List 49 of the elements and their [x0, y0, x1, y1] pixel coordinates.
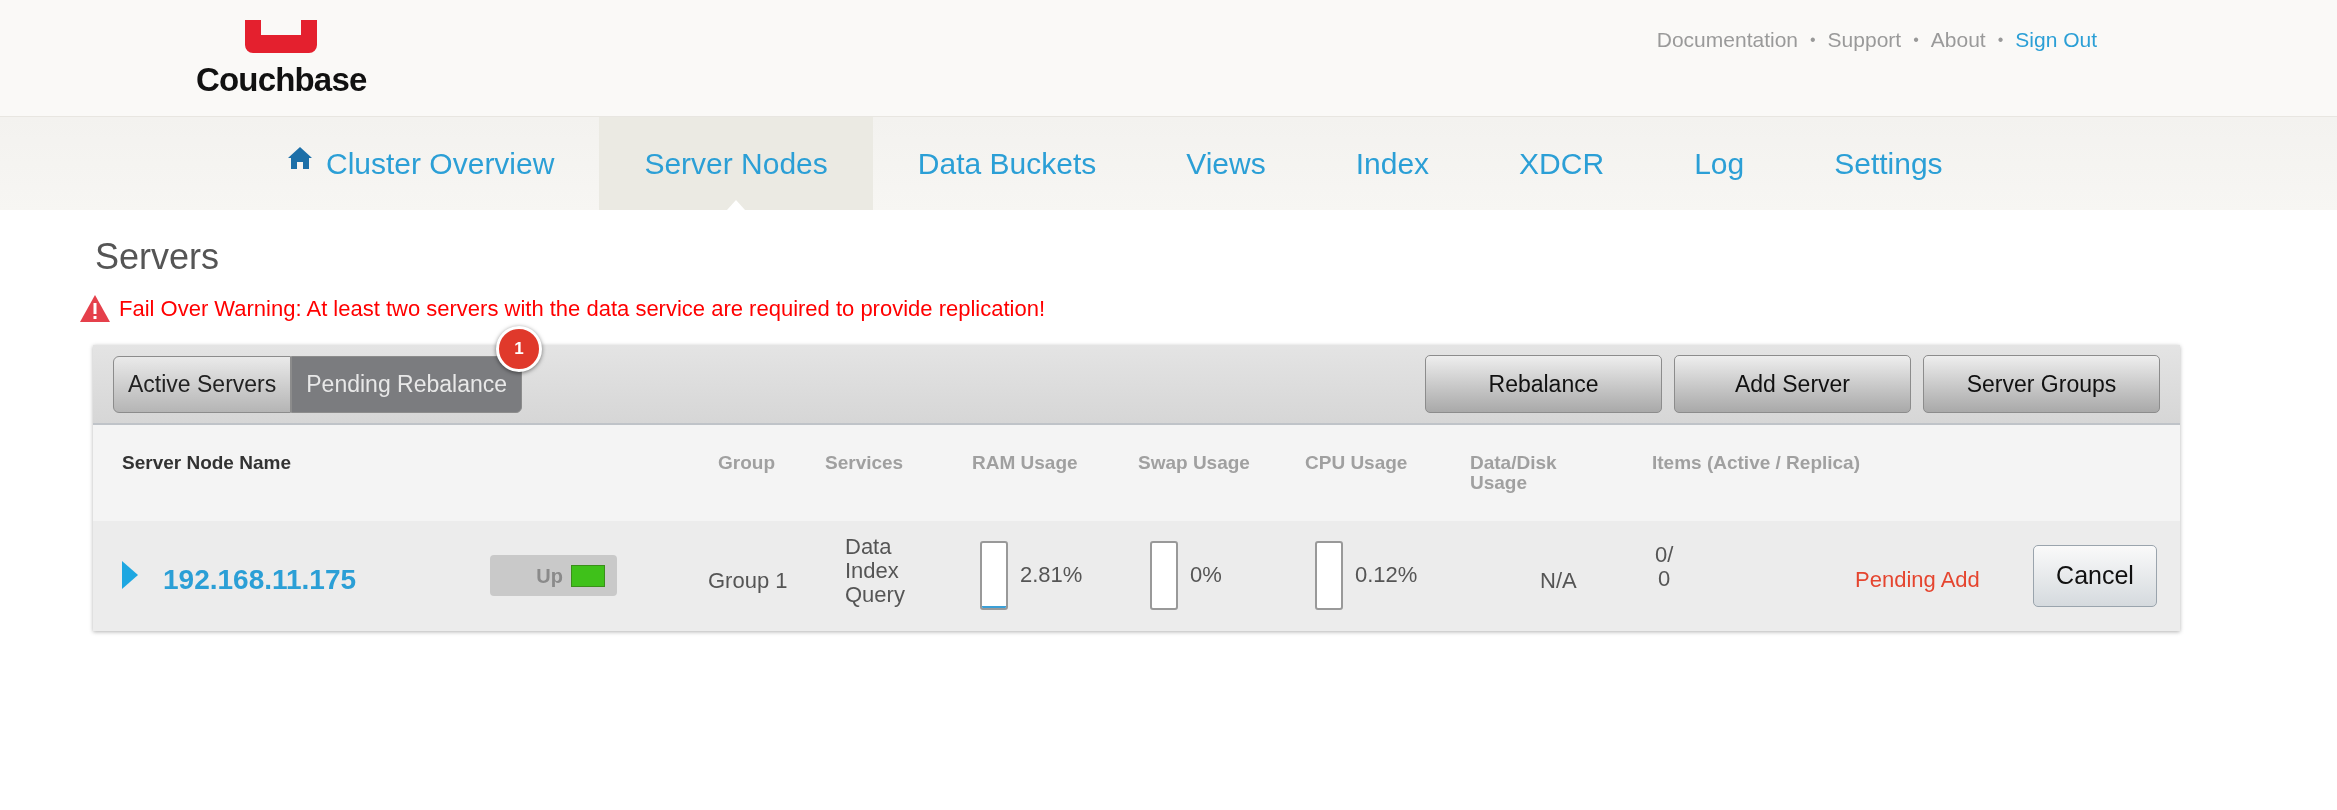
nav-tab[interactable]: Server Nodes [599, 117, 873, 210]
warning-message: Fail Over Warning: At least two servers with the data service are required to provide replication! [119, 295, 1046, 323]
nav-link[interactable]: Documentation [1656, 24, 1798, 56]
column-header: RAM Usage [972, 453, 1078, 473]
usage-reading: 0.12% [1355, 561, 1418, 589]
expand-toggle-icon[interactable] [122, 561, 138, 589]
separator-dot: • [1810, 29, 1816, 50]
column-header: CPU Usage [1305, 453, 1408, 473]
service-name: Query [845, 583, 905, 607]
status-text: Pending Add [1855, 566, 1980, 594]
table-cell-text: N/A [1540, 567, 1577, 595]
usage-reading: 0% [1190, 561, 1222, 589]
separator-dot: • [1913, 29, 1919, 50]
service-name: Index [845, 559, 900, 583]
page-title: Servers [95, 235, 221, 279]
nav-link[interactable]: About [1930, 24, 1986, 56]
column-header: Server Node Name [122, 453, 291, 473]
cancel-button[interactable]: Cancel [2033, 545, 2157, 607]
status-badge: Up [490, 555, 617, 596]
column-header: Services [825, 453, 904, 473]
column-header: Items (Active / Replica) [1652, 453, 1861, 473]
server-link[interactable]: 192.168.11.175 [163, 559, 357, 601]
nav-tab[interactable]: Settings [1789, 117, 1988, 210]
nav-link[interactable]: Support [1827, 24, 1902, 56]
nav-tab[interactable]: Index [1310, 117, 1475, 210]
action-button[interactable]: Rebalance [1425, 355, 1662, 413]
item-count: 0/ [1655, 543, 1674, 567]
usage-reading: 2.81% [1020, 561, 1083, 589]
nav-tab[interactable]: Log [1649, 117, 1790, 210]
home-icon [288, 146, 312, 169]
action-button[interactable]: Server Groups [1923, 355, 2160, 413]
tab[interactable]: Active Servers [113, 355, 292, 413]
tab[interactable]: Pending Rebalance [291, 355, 523, 413]
service-name: Data [845, 535, 893, 559]
item-count: 0 [1657, 567, 1672, 591]
column-header: Swap Usage [1138, 453, 1250, 473]
warning-icon [79, 294, 111, 323]
nav-tab[interactable]: Data Buckets [872, 117, 1142, 210]
column-header: Data/Disk Usage [1470, 453, 1558, 493]
nav-tab[interactable]: Cluster Overview [243, 117, 600, 210]
nav-link[interactable]: Sign Out [2015, 24, 2097, 56]
action-button[interactable]: Add Server [1674, 355, 1911, 413]
nav-tab[interactable]: XDCR [1474, 117, 1650, 210]
logo-text: Couchbase [196, 63, 367, 96]
column-header: Group [718, 453, 775, 473]
logo-icon [245, 20, 318, 53]
table-cell-text: Group 1 [708, 567, 788, 595]
nav-tab[interactable]: Views [1141, 117, 1311, 210]
separator-dot: • [1997, 29, 2004, 50]
